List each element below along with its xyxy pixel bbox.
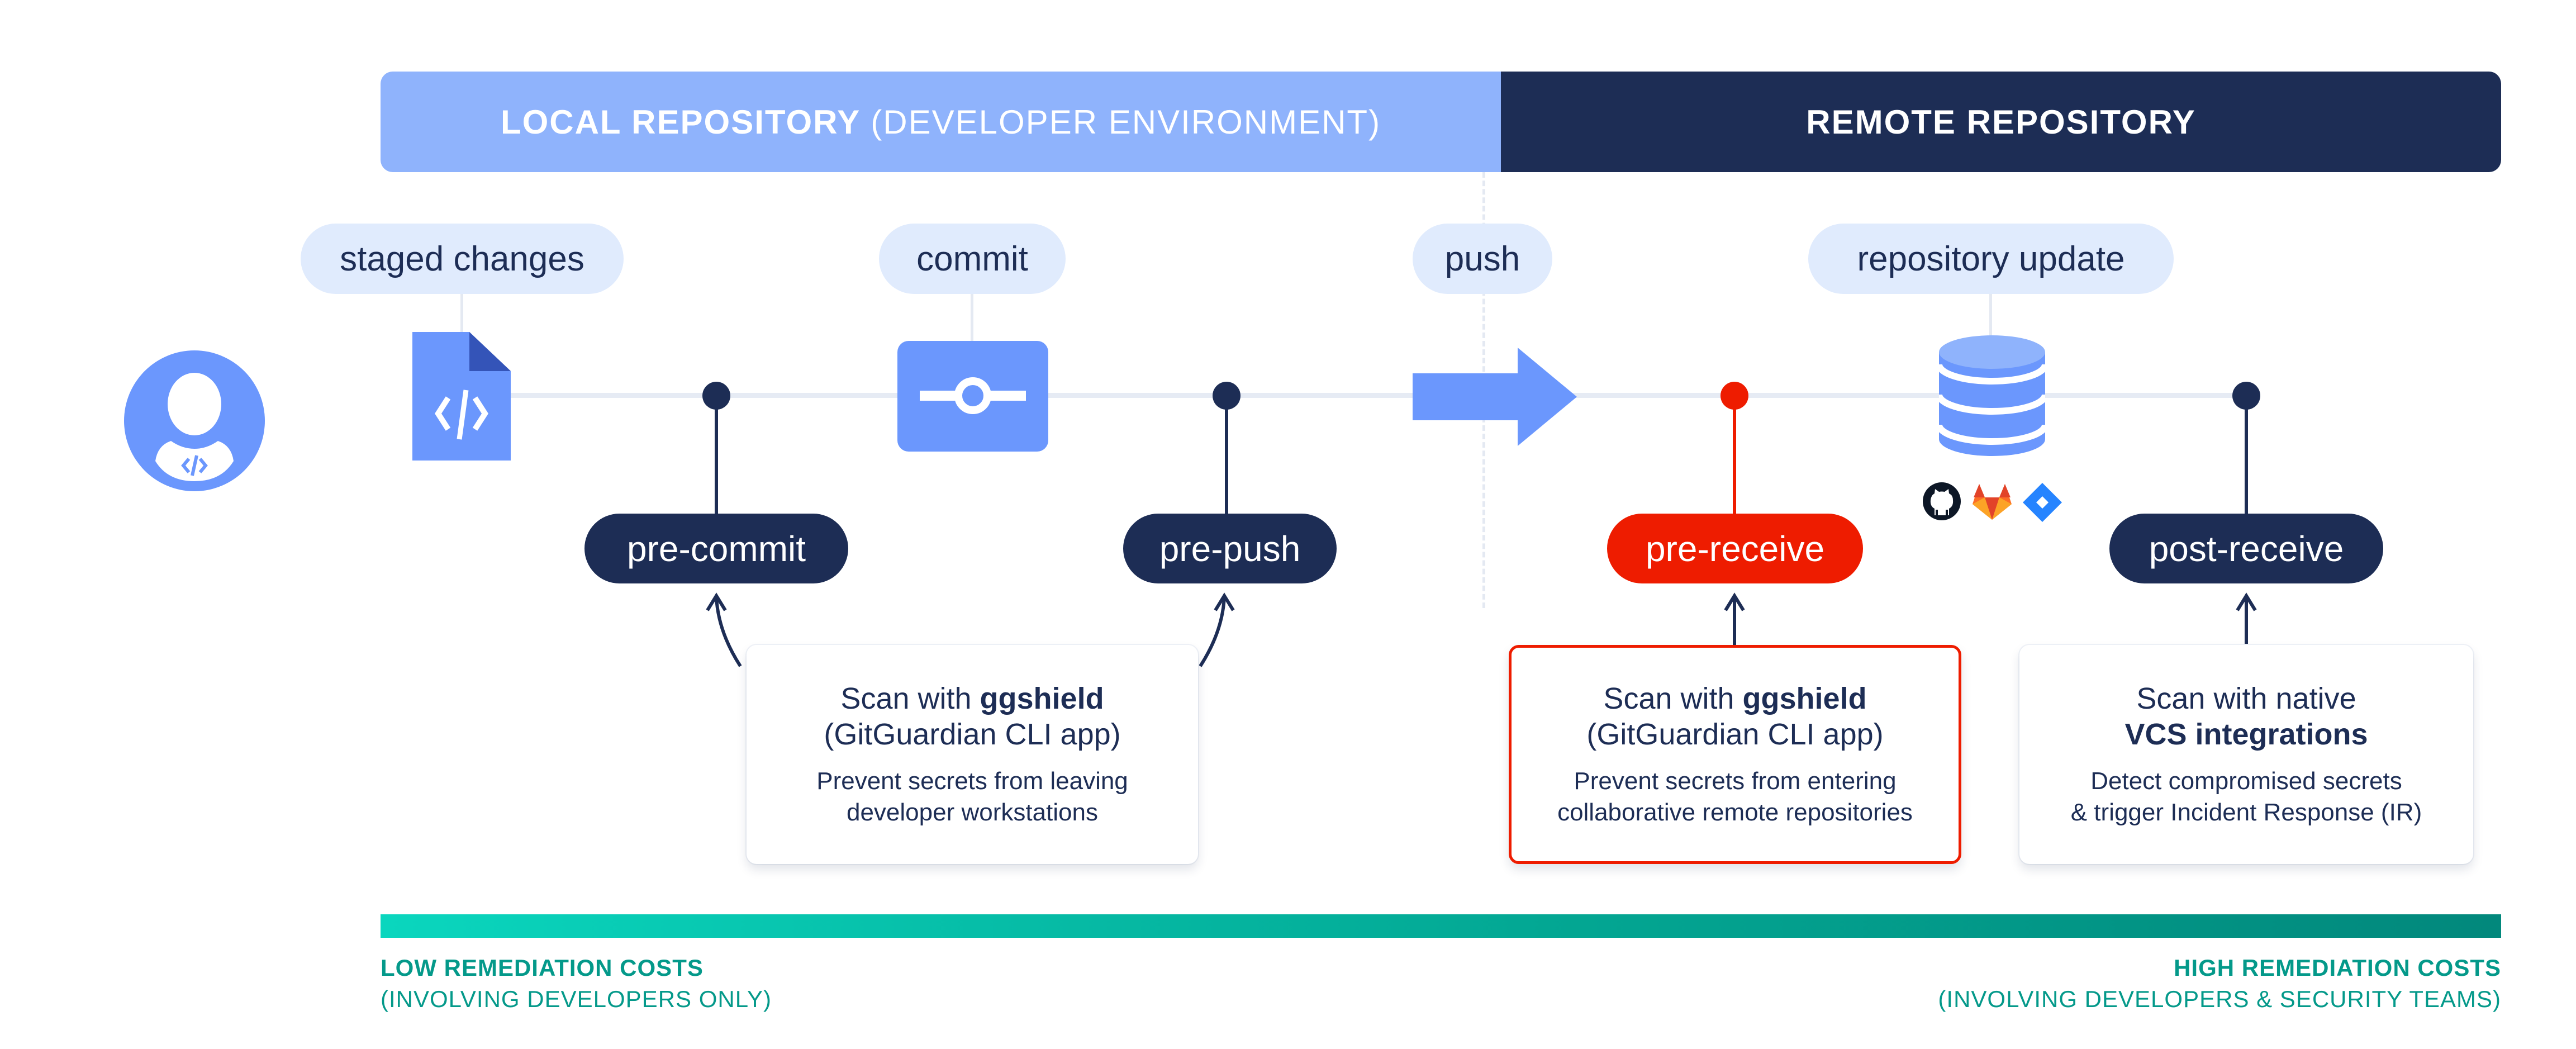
card-description: Prevent secrets from entering collaborat… xyxy=(1557,766,1913,828)
stem-commit xyxy=(971,294,973,341)
card-ggshield-remote: Scan with ggshield (GitGuardian CLI app)… xyxy=(1509,645,1961,864)
pre-push-dot xyxy=(1213,382,1241,410)
database-icon xyxy=(1939,335,2045,456)
low-costs-subtitle: (INVOLVING DEVELOPERS ONLY) xyxy=(381,986,772,1012)
card-desc-line: collaborative remote repositories xyxy=(1557,799,1913,826)
high-remediation-costs: HIGH REMEDIATION COSTS (INVOLVING DEVELO… xyxy=(1938,955,2501,1013)
card-desc-line: developer workstations xyxy=(846,799,1098,826)
local-repository-title: LOCAL REPOSITORY xyxy=(500,103,861,141)
card-description: Prevent secrets from leaving developer w… xyxy=(816,766,1128,828)
card-subtitle: (GitGuardian CLI app) xyxy=(1586,718,1884,751)
card-subtitle: VCS integrations xyxy=(2125,716,2368,752)
high-costs-title: HIGH REMEDIATION COSTS xyxy=(2174,955,2501,981)
post-receive-dot xyxy=(2232,382,2260,410)
card-vcs-integrations: Scan with native VCS integrations Detect… xyxy=(2019,645,2473,864)
hook-label: pre-push xyxy=(1159,528,1301,569)
developer-avatar-icon xyxy=(124,350,265,491)
local-repository-header: LOCAL REPOSITORY (DEVELOPER ENVIRONMENT) xyxy=(381,72,1501,172)
hook-label: post-receive xyxy=(2149,528,2344,569)
remote-repository-header: REMOTE REPOSITORY xyxy=(1501,72,2501,172)
card-title: Scan with ggshield xyxy=(840,681,1104,716)
stage-label: commit xyxy=(916,239,1028,278)
high-costs-subtitle: (INVOLVING DEVELOPERS & SECURITY TEAMS) xyxy=(1938,986,2501,1012)
local-repository-subtitle: (DEVELOPER ENVIRONMENT) xyxy=(871,103,1381,141)
card-title: Scan with ggshield xyxy=(1603,681,1866,716)
pre-commit-connector xyxy=(715,396,718,514)
card-desc-line: & trigger Incident Response (IR) xyxy=(2070,799,2422,826)
card-description: Detect compromised secrets & trigger Inc… xyxy=(2071,766,2422,828)
card-desc-line: Detect compromised secrets xyxy=(2090,767,2402,795)
pre-receive-dot xyxy=(1720,382,1748,410)
low-remediation-costs: LOW REMEDIATION COSTS (INVOLVING DEVELOP… xyxy=(381,955,772,1013)
stage-label: repository update xyxy=(1857,239,2125,278)
card-title: Scan with native xyxy=(2136,682,2356,715)
code-file-icon xyxy=(412,332,511,461)
arrow-to-pre-commit xyxy=(715,596,742,667)
stage-label: staged changes xyxy=(340,239,584,278)
push-arrow-icon xyxy=(1413,348,1577,446)
stage-repository-update: repository update xyxy=(1808,224,2174,294)
card-title-prefix: Scan with xyxy=(1603,682,1743,715)
stem-staged xyxy=(460,294,463,335)
pre-receive-connector xyxy=(1733,396,1736,514)
remediation-cost-gradient xyxy=(381,914,2501,938)
hook-label: pre-receive xyxy=(1645,528,1825,569)
pre-commit-dot xyxy=(702,382,730,410)
card-title-bold: ggshield xyxy=(1742,682,1867,715)
gitlab-icon xyxy=(1973,484,2012,520)
stem-repo-update xyxy=(1989,294,1992,339)
git-commit-icon xyxy=(897,341,1048,452)
stage-push: push xyxy=(1413,224,1552,294)
pre-push-connector xyxy=(1225,396,1228,514)
stage-staged-changes: staged changes xyxy=(301,224,624,294)
stage-commit: commit xyxy=(879,224,1066,294)
card-ggshield-local: Scan with ggshield (GitGuardian CLI app)… xyxy=(747,645,1198,864)
hook-post-receive: post-receive xyxy=(2109,514,2383,583)
card-title-bold: ggshield xyxy=(980,682,1104,715)
hook-pre-push: pre-push xyxy=(1123,514,1337,583)
github-icon xyxy=(1923,482,1961,520)
card-desc-line: Prevent secrets from entering xyxy=(1574,767,1897,795)
hook-pre-commit: pre-commit xyxy=(584,514,848,583)
hook-pre-receive: pre-receive xyxy=(1607,514,1863,583)
post-receive-connector xyxy=(2245,396,2248,514)
low-costs-title: LOW REMEDIATION COSTS xyxy=(381,955,704,981)
card-title-bold: VCS integrations xyxy=(2125,718,2368,751)
card-subtitle: (GitGuardian CLI app) xyxy=(824,718,1121,751)
card-desc-line: Prevent secrets from leaving xyxy=(816,767,1128,795)
card-title-prefix: Scan with xyxy=(840,682,980,715)
arrow-to-pre-push xyxy=(1199,596,1226,667)
stage-label: push xyxy=(1444,239,1520,278)
hook-label: pre-commit xyxy=(626,528,806,569)
remote-repository-title: REMOTE REPOSITORY xyxy=(1806,103,2196,141)
jira-icon xyxy=(2023,483,2062,522)
